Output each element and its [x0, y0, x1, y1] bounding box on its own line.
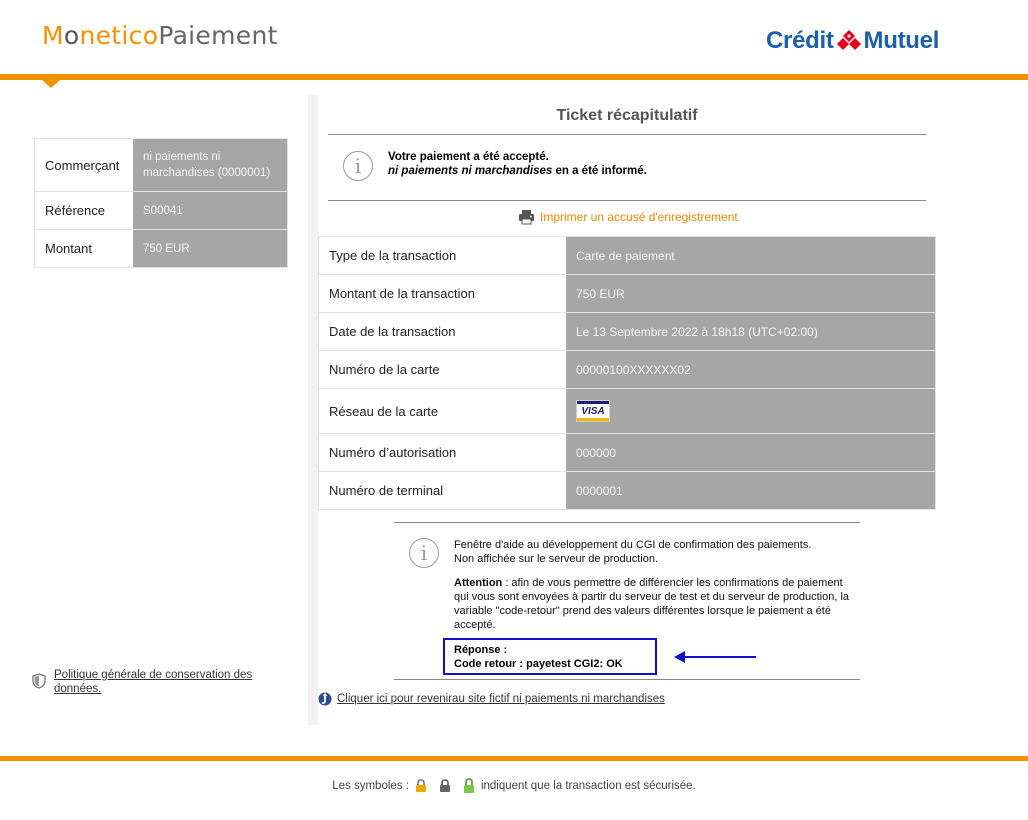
reference-label: Référence: [35, 192, 133, 229]
return-to-merchant-link[interactable]: Cliquer ici pour revenirau site fictif n…: [318, 692, 665, 706]
merchant-label: Commerçant: [35, 139, 133, 191]
divider: [394, 679, 860, 680]
transaction-table: Type de la transaction Carte de paiement…: [318, 236, 936, 510]
table-row: Numéro d’autorisation 000000: [318, 434, 936, 472]
table-row: Type de la transaction Carte de paiement: [318, 236, 936, 275]
response-code-box: Réponse : Code retour : payetest CGI2: O…: [443, 638, 657, 675]
response-code: Code retour : payetest CGI2: OK: [454, 658, 623, 670]
table-row: Numéro de la carte 00000100XXXXXX02: [318, 351, 936, 389]
divider: [328, 134, 926, 135]
info-icon: i: [409, 538, 439, 568]
credit-mutuel-emblem-icon: [836, 30, 861, 50]
table-row: Réseau de la carte VISA: [318, 389, 936, 434]
credit-mutuel-logo: Crédit Mutuel: [766, 27, 940, 54]
divider: [328, 200, 926, 201]
reference-row: Référence S00041: [34, 192, 288, 230]
info-icon: i: [343, 151, 373, 181]
lock-orange-icon: [415, 779, 427, 793]
lock-grey-icon: [439, 779, 451, 793]
table-row: Numéro de terminal 0000001: [318, 472, 936, 510]
payment-accepted-message: Votre paiement a été accepté. ni paiemen…: [388, 151, 647, 177]
print-receipt-link[interactable]: Imprimer un accusé d'enregistrement: [518, 209, 738, 225]
amount-value: 750 EUR: [133, 230, 287, 267]
reference-value: S00041: [133, 192, 287, 229]
merchant-row: Commerçant ni paiements ni marchandises …: [34, 138, 288, 192]
shield-icon: [32, 673, 46, 689]
merchant-summary: Commerçant ni paiements ni marchandises …: [34, 138, 288, 268]
monetico-logo: MoneticoPaiement: [42, 21, 278, 50]
amount-row: Montant 750 EUR: [34, 230, 288, 268]
divider: [394, 522, 860, 523]
table-row: Date de la transaction Le 13 Septembre 2…: [318, 313, 936, 351]
merchant-value: ni paiements ni marchandises (0000001): [133, 139, 287, 191]
visa-card-icon: VISA: [576, 400, 610, 422]
developer-help-text: Fenêtre d'aide au développement du CGI d…: [454, 539, 850, 631]
page-header: MoneticoPaiement Crédit Mutuel: [0, 0, 1028, 76]
return-icon: [318, 692, 332, 706]
page-footer: Les symboles : indiquent que la transact…: [332, 778, 696, 794]
footer-orange-bar: [0, 756, 1028, 761]
header-orange-bar: [0, 74, 1028, 80]
lock-green-icon: [463, 778, 475, 794]
amount-label: Montant: [35, 230, 133, 267]
privacy-policy-link[interactable]: Politique générale de conservation des d…: [32, 668, 274, 696]
merchant-name: ni paiements ni marchandises: [388, 165, 553, 177]
table-row: Montant de la transaction 750 EUR: [318, 275, 936, 313]
header-notch: [41, 79, 61, 88]
ticket-title: Ticket récapitulatif: [556, 107, 698, 124]
arrow-left-icon: [674, 651, 756, 663]
printer-icon: [519, 210, 534, 225]
vertical-divider: [308, 95, 318, 725]
